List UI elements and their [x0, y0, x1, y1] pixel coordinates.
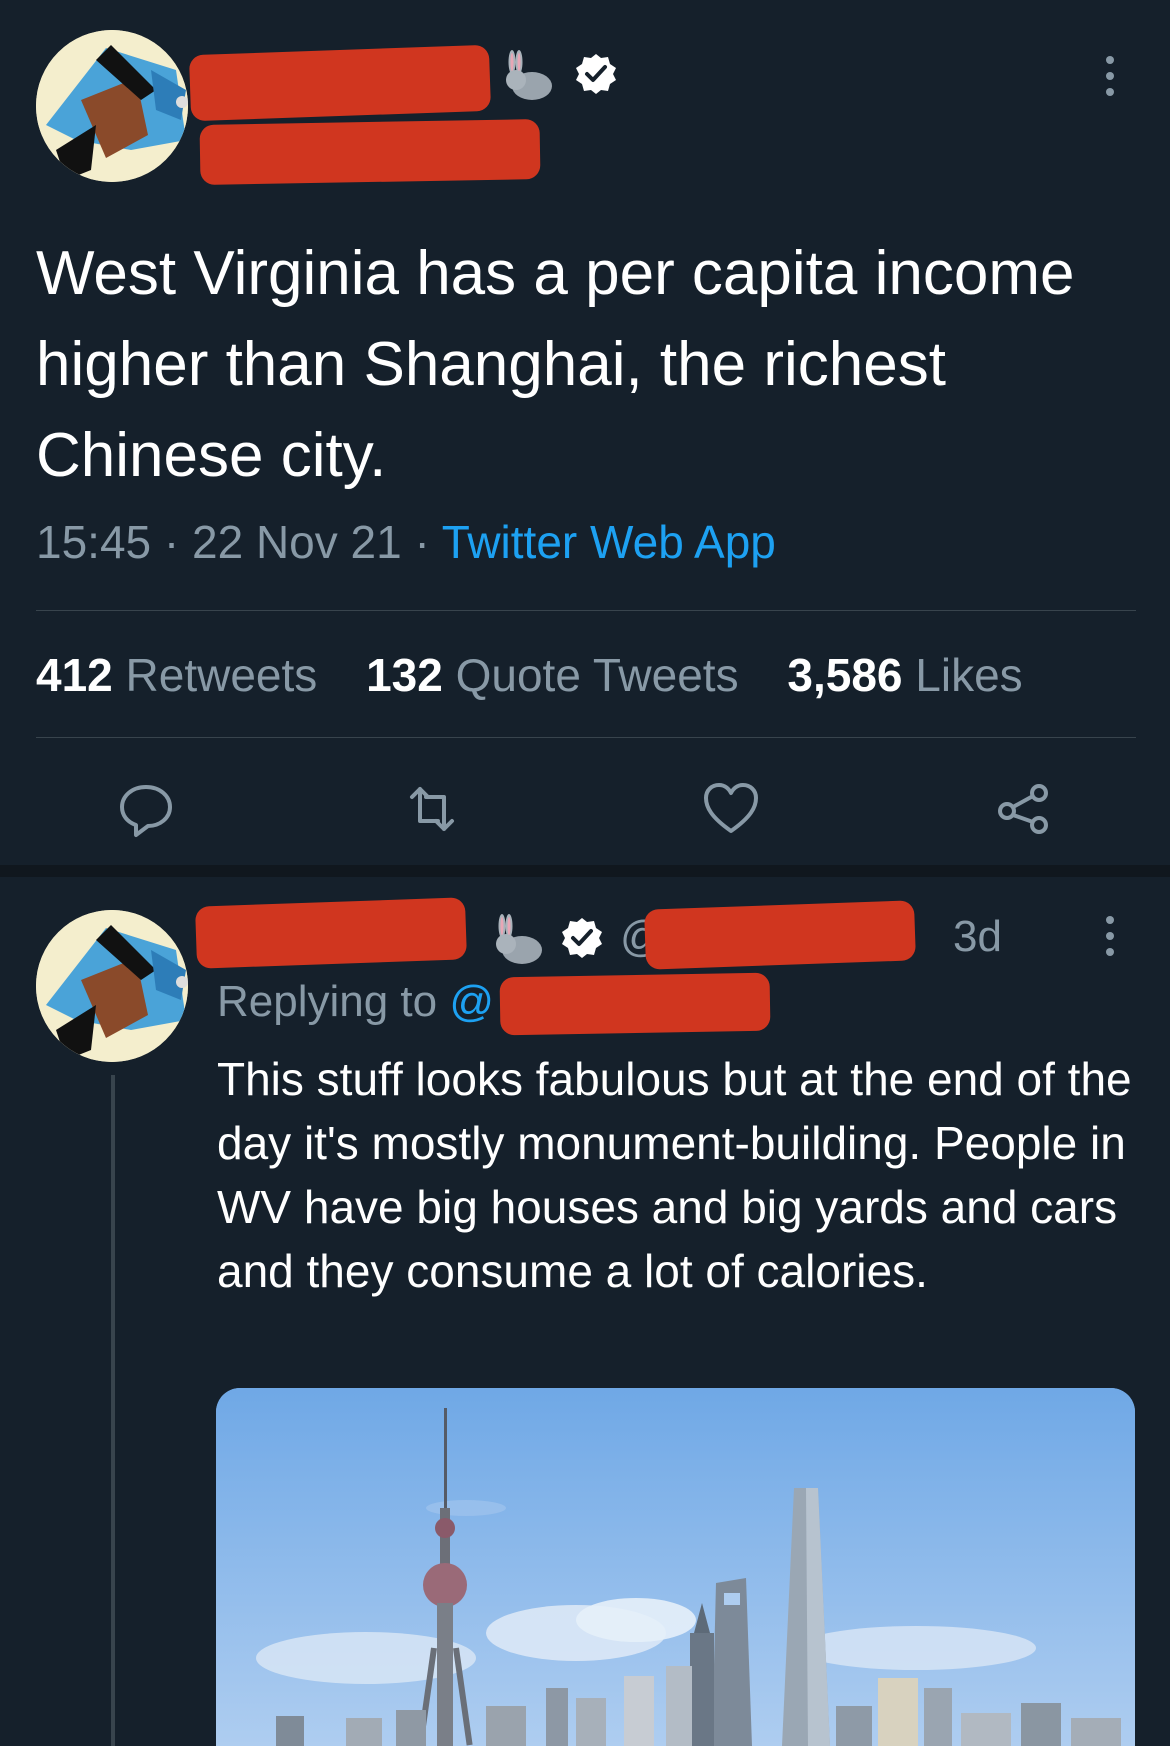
rabbit-emoji-icon [496, 914, 542, 964]
tweet-client-link[interactable]: Twitter Web App [442, 516, 776, 568]
retweet-icon[interactable] [402, 779, 462, 839]
more-vertical-icon[interactable] [1100, 912, 1120, 962]
reply-text: This stuff looks fabulous but at the end… [217, 1053, 1132, 1297]
redacted-replying-to-handle [499, 972, 771, 1036]
meta-separator: · [414, 516, 430, 568]
redacted-display-name [188, 44, 492, 122]
meta-separator: · [163, 516, 180, 568]
redacted-reply-handle [644, 900, 916, 970]
author-avatar[interactable] [36, 30, 188, 182]
likes-stat[interactable]: 3,586 Likes [787, 649, 1022, 701]
rabbit-emoji-icon [506, 50, 552, 100]
divider-bottom [36, 737, 1136, 738]
reply-age: 3d [953, 912, 1002, 961]
tweet-meta: 15:45 · 22 Nov 21 · Twitter Web App [36, 515, 776, 569]
share-icon[interactable] [994, 779, 1054, 839]
retweets-stat[interactable]: 412 Retweets [36, 649, 317, 701]
tweet-text: West Virginia has a per capita income hi… [36, 239, 1075, 490]
reply-media-image[interactable] [216, 1388, 1135, 1746]
verified-badge-icon [576, 54, 616, 94]
redacted-reply-display-name [195, 897, 467, 969]
quote-tweets-stat[interactable]: 132 Quote Tweets [366, 649, 739, 701]
replying-to: Replying to @ [217, 977, 494, 1027]
heart-icon[interactable] [701, 779, 761, 839]
reply-icon[interactable] [116, 779, 176, 839]
tweet-date: 22 Nov 21 [192, 516, 402, 568]
tweet-stats: 412 Retweets 132 Quote Tweets 3,586 Like… [36, 648, 1059, 702]
section-divider [0, 865, 1170, 877]
tweet-time: 15:45 [36, 516, 152, 568]
replying-to-mention-at[interactable]: @ [449, 977, 494, 1026]
reply-author-avatar[interactable] [36, 910, 188, 1062]
verified-badge-icon [562, 918, 602, 958]
thread-line [111, 1075, 115, 1746]
replying-to-label: Replying to [217, 977, 438, 1026]
redacted-handle [199, 119, 541, 185]
divider-top [36, 610, 1136, 611]
more-vertical-icon[interactable] [1100, 52, 1120, 102]
